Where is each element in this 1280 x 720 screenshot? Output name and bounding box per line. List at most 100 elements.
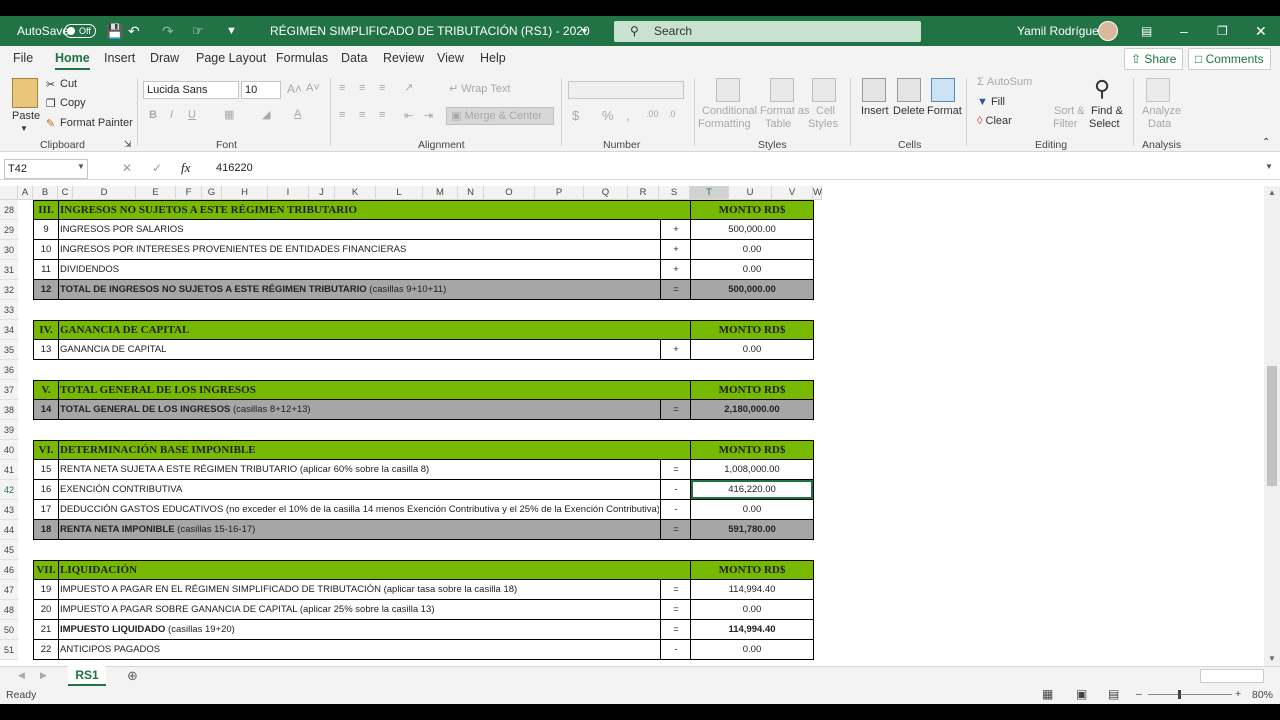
row-number[interactable]: 15 bbox=[34, 460, 58, 479]
row-header[interactable]: 47 bbox=[0, 580, 18, 600]
spreadsheet-grid[interactable]: ABCDEFGHIJKLMNOPQRSTUVW 28 III. INGRESOS N… bbox=[0, 186, 1280, 666]
merge-center-button[interactable]: ▣ Merge & Center bbox=[446, 107, 554, 125]
amount-cell[interactable]: 0.00 bbox=[691, 640, 813, 659]
row-header[interactable]: 34 bbox=[0, 320, 18, 340]
row-number[interactable]: III. bbox=[34, 201, 58, 220]
autosum-button[interactable]: Σ AutoSum bbox=[977, 76, 1032, 88]
row-header[interactable]: 33 bbox=[0, 300, 18, 320]
column-header[interactable]: D bbox=[73, 186, 136, 200]
cell-styles-button[interactable]: Cell bbox=[816, 105, 835, 117]
row-header[interactable]: 43 bbox=[0, 500, 18, 520]
format-as-table-button[interactable]: Format as bbox=[760, 105, 810, 117]
analyze-data-button[interactable]: Analyze bbox=[1142, 105, 1181, 117]
cancel-icon[interactable]: ✕ bbox=[122, 161, 132, 175]
copy-button[interactable]: Copy bbox=[60, 97, 86, 109]
touch-mode-icon[interactable]: ☞ bbox=[192, 16, 204, 46]
italic-icon[interactable]: I bbox=[170, 109, 173, 121]
row-description[interactable]: TOTAL GENERAL DE LOS INGRESOS bbox=[59, 381, 689, 400]
row-description[interactable]: TOTAL GENERAL DE LOS INGRESOS (casillas … bbox=[59, 400, 659, 419]
tab-home[interactable]: Home bbox=[55, 51, 90, 70]
row-description[interactable]: IMPUESTO LIQUIDADO (casillas 19+20) bbox=[59, 620, 659, 639]
delete-cells-button[interactable]: Delete bbox=[893, 105, 925, 117]
prev-sheet-icon[interactable]: ◀ bbox=[18, 670, 25, 681]
clipboard-launcher-icon[interactable]: ⇲ bbox=[124, 139, 132, 150]
find-select-button[interactable]: Find & bbox=[1091, 105, 1123, 117]
row-header[interactable]: 30 bbox=[0, 240, 18, 260]
align-right-icon[interactable]: ≡ bbox=[379, 109, 385, 121]
paste-button[interactable]: Paste bbox=[12, 110, 40, 122]
row-operator[interactable]: = bbox=[661, 460, 691, 479]
row-header[interactable]: 41 bbox=[0, 460, 18, 480]
row-number[interactable]: 19 bbox=[34, 580, 58, 599]
row-operator[interactable]: = bbox=[661, 280, 691, 299]
row-description[interactable]: DETERMINACIÓN BASE IMPONIBLE bbox=[59, 441, 689, 460]
row-operator[interactable]: + bbox=[661, 340, 691, 359]
row-operator[interactable]: - bbox=[661, 500, 691, 519]
vertical-scrollbar[interactable]: ▲ ▼ bbox=[1264, 186, 1280, 666]
row-header[interactable]: 40 bbox=[0, 440, 18, 460]
column-header[interactable]: L bbox=[376, 186, 423, 200]
row-description[interactable]: INGRESOS POR INTERESES PROVENIENTES DE E… bbox=[59, 240, 659, 259]
row-number[interactable]: 11 bbox=[34, 260, 58, 279]
zoom-level[interactable]: 80% bbox=[1252, 689, 1273, 701]
name-box[interactable]: T42 bbox=[4, 159, 88, 179]
orientation-icon[interactable]: ↗ bbox=[404, 81, 413, 94]
horizontal-scrollbar[interactable] bbox=[1200, 669, 1264, 683]
sheet-tab-rs1[interactable]: RS1 bbox=[68, 666, 106, 686]
borders-icon[interactable]: ▦ bbox=[224, 108, 234, 121]
number-format-select[interactable] bbox=[568, 81, 684, 99]
amount-cell[interactable]: 0.00 bbox=[691, 260, 813, 279]
restore-icon[interactable]: ❐ bbox=[1217, 16, 1228, 46]
column-header[interactable]: R bbox=[628, 186, 659, 200]
align-middle-icon[interactable]: ≡ bbox=[359, 82, 365, 94]
row-description[interactable]: TOTAL DE INGRESOS NO SUJETOS A ESTE RÉGI… bbox=[59, 280, 659, 299]
row-description[interactable]: INGRESOS POR SALARIOS bbox=[59, 220, 659, 239]
row-operator[interactable]: = bbox=[661, 600, 691, 619]
page-break-view-icon[interactable]: ▤ bbox=[1108, 687, 1119, 701]
column-header[interactable]: V bbox=[772, 186, 813, 200]
column-header[interactable]: I bbox=[268, 186, 309, 200]
align-top-icon[interactable]: ≡ bbox=[339, 82, 345, 94]
row-operator[interactable]: + bbox=[661, 260, 691, 279]
amount-cell[interactable]: MONTO RD$ bbox=[691, 201, 813, 220]
tab-formulas[interactable]: Formulas bbox=[276, 51, 328, 65]
sort-filter-button[interactable]: Sort & bbox=[1054, 105, 1085, 117]
row-header[interactable]: 31 bbox=[0, 260, 18, 280]
row-header[interactable]: 37 bbox=[0, 380, 18, 400]
tab-view[interactable]: View bbox=[437, 51, 464, 65]
document-title[interactable]: RÉGIMEN SIMPLIFICADO DE TRIBUTACIÓN (RS1… bbox=[270, 16, 600, 46]
ribbon-display-icon[interactable]: ▤ bbox=[1141, 16, 1152, 46]
column-header[interactable]: S bbox=[659, 186, 690, 200]
tab-insert[interactable]: Insert bbox=[104, 51, 135, 65]
format-painter-button[interactable]: Format Painter bbox=[60, 117, 133, 129]
row-number[interactable]: VI. bbox=[34, 441, 58, 460]
zoom-slider[interactable] bbox=[1148, 694, 1232, 695]
font-size-select[interactable]: 10 bbox=[241, 81, 281, 99]
bold-icon[interactable]: B bbox=[149, 109, 157, 121]
customize-toolbar-icon[interactable]: ▼ bbox=[226, 16, 237, 46]
column-header[interactable]: B bbox=[33, 186, 58, 200]
comma-icon[interactable]: , bbox=[626, 108, 630, 123]
format-cells-button[interactable]: Format bbox=[927, 105, 962, 117]
amount-cell[interactable]: 1,008,000.00 bbox=[691, 460, 813, 479]
row-operator[interactable]: + bbox=[661, 240, 691, 259]
row-number[interactable]: 21 bbox=[34, 620, 58, 639]
column-header[interactable]: O bbox=[484, 186, 535, 200]
row-number[interactable]: 10 bbox=[34, 240, 58, 259]
amount-cell[interactable]: 114,994.40 bbox=[691, 580, 813, 599]
column-header[interactable]: H bbox=[222, 186, 268, 200]
row-header[interactable]: 29 bbox=[0, 220, 18, 240]
paste-icon[interactable] bbox=[12, 78, 38, 108]
amount-cell[interactable]: 0.00 bbox=[691, 240, 813, 259]
row-description[interactable]: RENTA NETA IMPONIBLE (casillas 15-16-17) bbox=[59, 520, 659, 539]
redo-icon[interactable]: ↷ bbox=[162, 16, 174, 46]
amount-cell[interactable]: 0.00 bbox=[691, 500, 813, 519]
wrap-text-button[interactable]: ↵ Wrap Text bbox=[449, 82, 510, 95]
search-box[interactable]: ⚲ Search bbox=[614, 21, 921, 42]
row-description[interactable]: GANANCIA DE CAPITAL bbox=[59, 321, 689, 340]
row-header[interactable]: 45 bbox=[0, 540, 18, 560]
tab-page-layout[interactable]: Page Layout bbox=[196, 51, 266, 65]
row-number[interactable]: 17 bbox=[34, 500, 58, 519]
column-header[interactable]: N bbox=[458, 186, 484, 200]
increase-indent-icon[interactable]: ⇥ bbox=[424, 109, 433, 122]
